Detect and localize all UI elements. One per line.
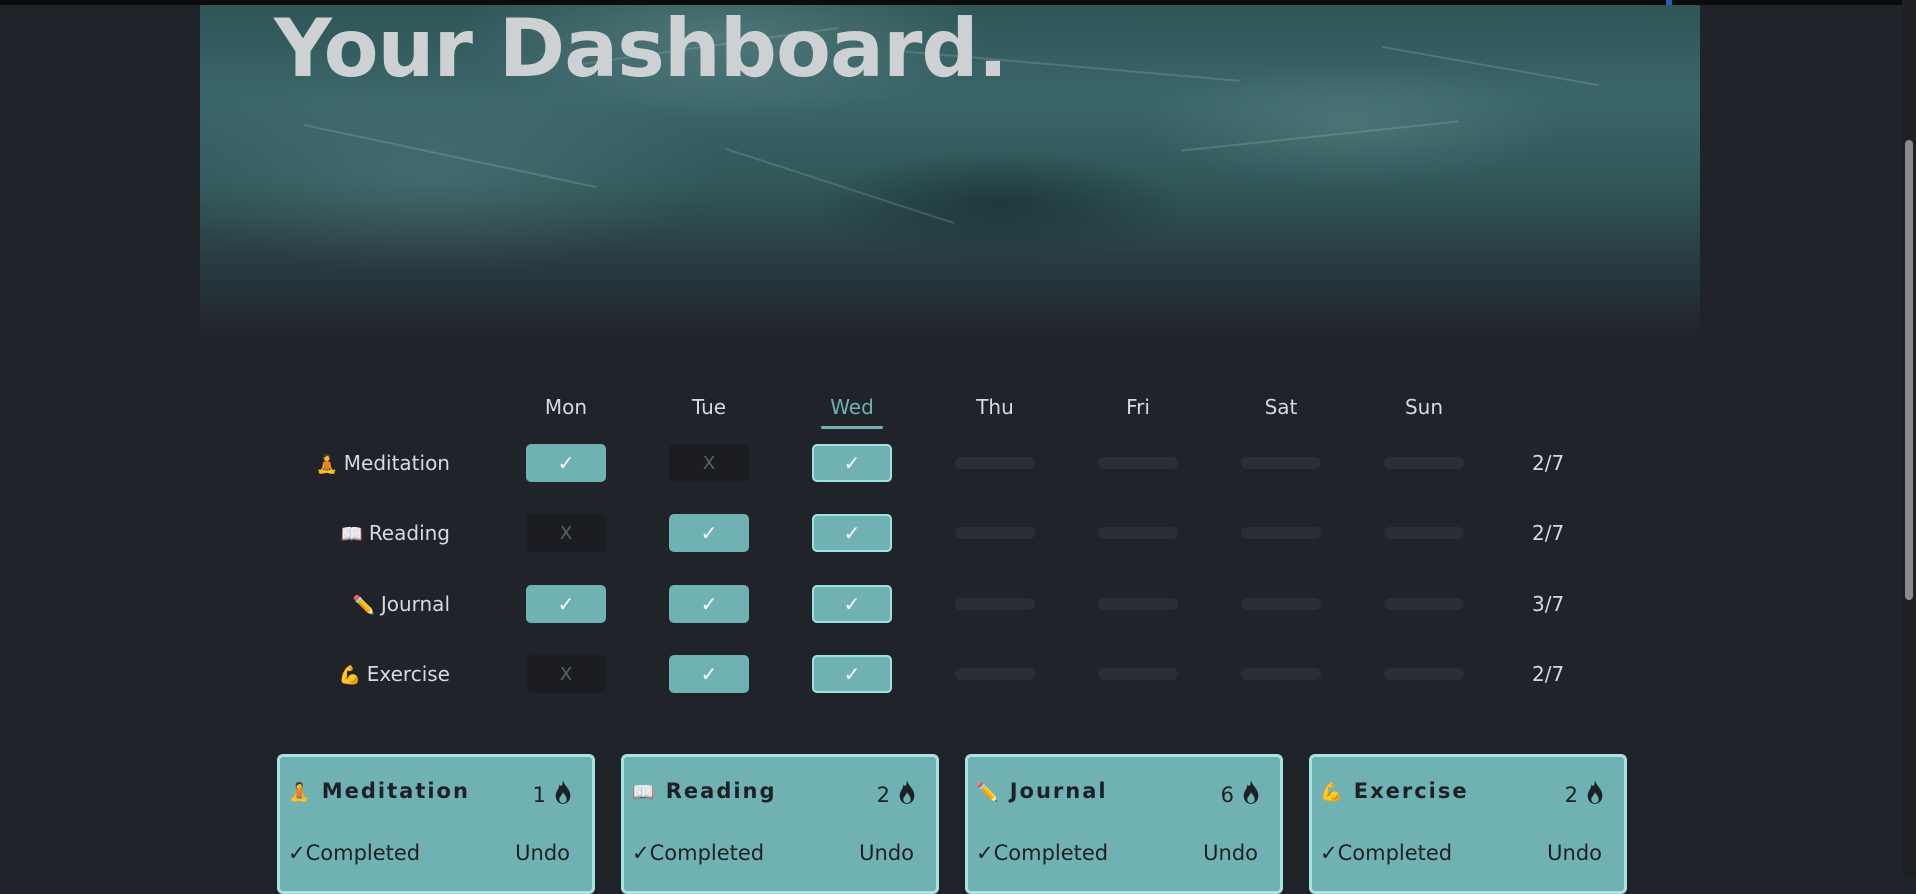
card-emoji: 💪 [1320, 782, 1345, 803]
completed-status: ✓Completed [632, 841, 765, 865]
habit-cell-journal-fri [1098, 598, 1178, 610]
habit-cell-exercise-sat [1241, 668, 1321, 680]
habit-label-reading: 📖 Reading [270, 521, 450, 545]
card-name: Meditation [321, 779, 470, 803]
streak-number: 2 [1564, 782, 1578, 807]
streak-count: 1 [533, 779, 574, 810]
wave-streak [1180, 120, 1460, 152]
wave-streak [725, 147, 955, 225]
habit-cell-exercise-fri [1098, 668, 1178, 680]
habit-cell-journal-mon[interactable]: ✓ [526, 585, 606, 623]
wave-streak [303, 123, 597, 189]
habit-cell-reading-sun [1384, 527, 1464, 539]
habit-cell-meditation-sat [1241, 457, 1321, 469]
undo-button[interactable]: Undo [859, 841, 914, 865]
habit-cell-meditation-mon[interactable]: ✓ [526, 444, 606, 482]
flame-icon [1584, 779, 1606, 810]
habit-cell-journal-thu [955, 598, 1035, 610]
day-header-wed: Wed [807, 395, 897, 429]
completed-status: ✓Completed [1320, 841, 1453, 865]
habit-cell-exercise-sun [1384, 668, 1464, 680]
habit-cell-exercise-thu [955, 668, 1035, 680]
habit-cell-meditation-sun [1384, 457, 1464, 469]
habit-score: 2/7 [1532, 662, 1565, 686]
habit-cell-exercise-mon[interactable]: X [526, 655, 606, 693]
card-title: ✏️ Journal [976, 779, 1108, 803]
streak-count: 6 [1221, 779, 1262, 810]
habit-cell-reading-tue[interactable]: ✓ [669, 514, 749, 552]
habit-score: 2/7 [1532, 451, 1565, 475]
habit-cell-reading-wed[interactable]: ✓ [812, 514, 892, 552]
habit-score: 2/7 [1532, 521, 1565, 545]
habit-cell-reading-thu [955, 527, 1035, 539]
scrollbar-thumb[interactable] [1905, 140, 1913, 600]
streak-number: 2 [876, 782, 890, 807]
habit-name: Exercise [366, 662, 450, 686]
habit-cell-journal-sat [1241, 598, 1321, 610]
habit-cell-meditation-fri [1098, 457, 1178, 469]
card-name: Exercise [1353, 779, 1469, 803]
undo-button[interactable]: Undo [1547, 841, 1602, 865]
habit-card-journal: ✏️ Journal 6 ✓Completed Undo [965, 754, 1283, 894]
card-emoji: 🧘 [288, 782, 313, 803]
habit-name: Reading [368, 521, 450, 545]
habit-card-meditation: 🧘 Meditation 1 ✓Completed Undo [277, 754, 595, 894]
card-title: 💪 Exercise [1320, 779, 1469, 803]
day-header-sun: Sun [1404, 395, 1444, 419]
habit-cell-exercise-tue[interactable]: ✓ [669, 655, 749, 693]
card-name: Reading [665, 779, 777, 803]
habit-cell-journal-wed[interactable]: ✓ [812, 585, 892, 623]
day-header-thu: Thu [976, 395, 1014, 419]
habit-cell-journal-tue[interactable]: ✓ [669, 585, 749, 623]
streak-count: 2 [877, 779, 918, 810]
habit-cell-journal-sun [1384, 598, 1464, 610]
card-emoji: ✏️ [976, 782, 1001, 803]
habit-cell-meditation-tue[interactable]: X [669, 444, 749, 482]
day-header-tue: Tue [691, 395, 727, 419]
habit-cell-meditation-thu [955, 457, 1035, 469]
habit-cell-reading-sat [1241, 527, 1321, 539]
habit-card-exercise: 💪 Exercise 2 ✓Completed Undo [1309, 754, 1627, 894]
flame-icon [1240, 779, 1262, 810]
habit-cell-reading-fri [1098, 527, 1178, 539]
habit-cell-meditation-wed[interactable]: ✓ [812, 444, 892, 482]
habit-cell-exercise-wed[interactable]: ✓ [812, 655, 892, 693]
hero-banner: Your Dashboard. [200, 5, 1700, 335]
habit-score: 3/7 [1532, 592, 1565, 616]
day-header-mon: Mon [544, 395, 588, 419]
day-header-fri: Fri [1126, 395, 1150, 419]
page-title: Your Dashboard. [274, 5, 1008, 95]
undo-button[interactable]: Undo [1203, 841, 1258, 865]
habit-emoji: 🧘 [315, 454, 344, 475]
scrollbar[interactable] [1902, 0, 1916, 878]
habit-emoji: ✏️ [352, 595, 381, 616]
card-title: 📖 Reading [632, 779, 777, 803]
streak-count: 2 [1565, 779, 1606, 810]
flame-icon [896, 779, 918, 810]
habit-card-reading: 📖 Reading 2 ✓Completed Undo [621, 754, 939, 894]
flame-icon [552, 779, 574, 810]
streak-number: 1 [532, 782, 546, 807]
card-name: Journal [1009, 779, 1108, 803]
habit-label-meditation: 🧘 Meditation [270, 451, 450, 475]
habit-name: Meditation [343, 451, 450, 475]
habit-label-journal: ✏️ Journal [270, 592, 450, 616]
habit-emoji: 📖 [340, 524, 369, 545]
wave-streak [1381, 45, 1599, 87]
habit-emoji: 💪 [338, 665, 367, 686]
habit-label-exercise: 💪 Exercise [270, 662, 450, 686]
habit-cell-reading-mon[interactable]: X [526, 514, 606, 552]
undo-button[interactable]: Undo [515, 841, 570, 865]
completed-status: ✓Completed [288, 841, 421, 865]
streak-number: 6 [1220, 782, 1234, 807]
completed-status: ✓Completed [976, 841, 1109, 865]
habit-name: Journal [380, 592, 450, 616]
day-header-sat: Sat [1264, 395, 1298, 419]
card-title: 🧘 Meditation [288, 779, 470, 803]
card-emoji: 📖 [632, 782, 657, 803]
